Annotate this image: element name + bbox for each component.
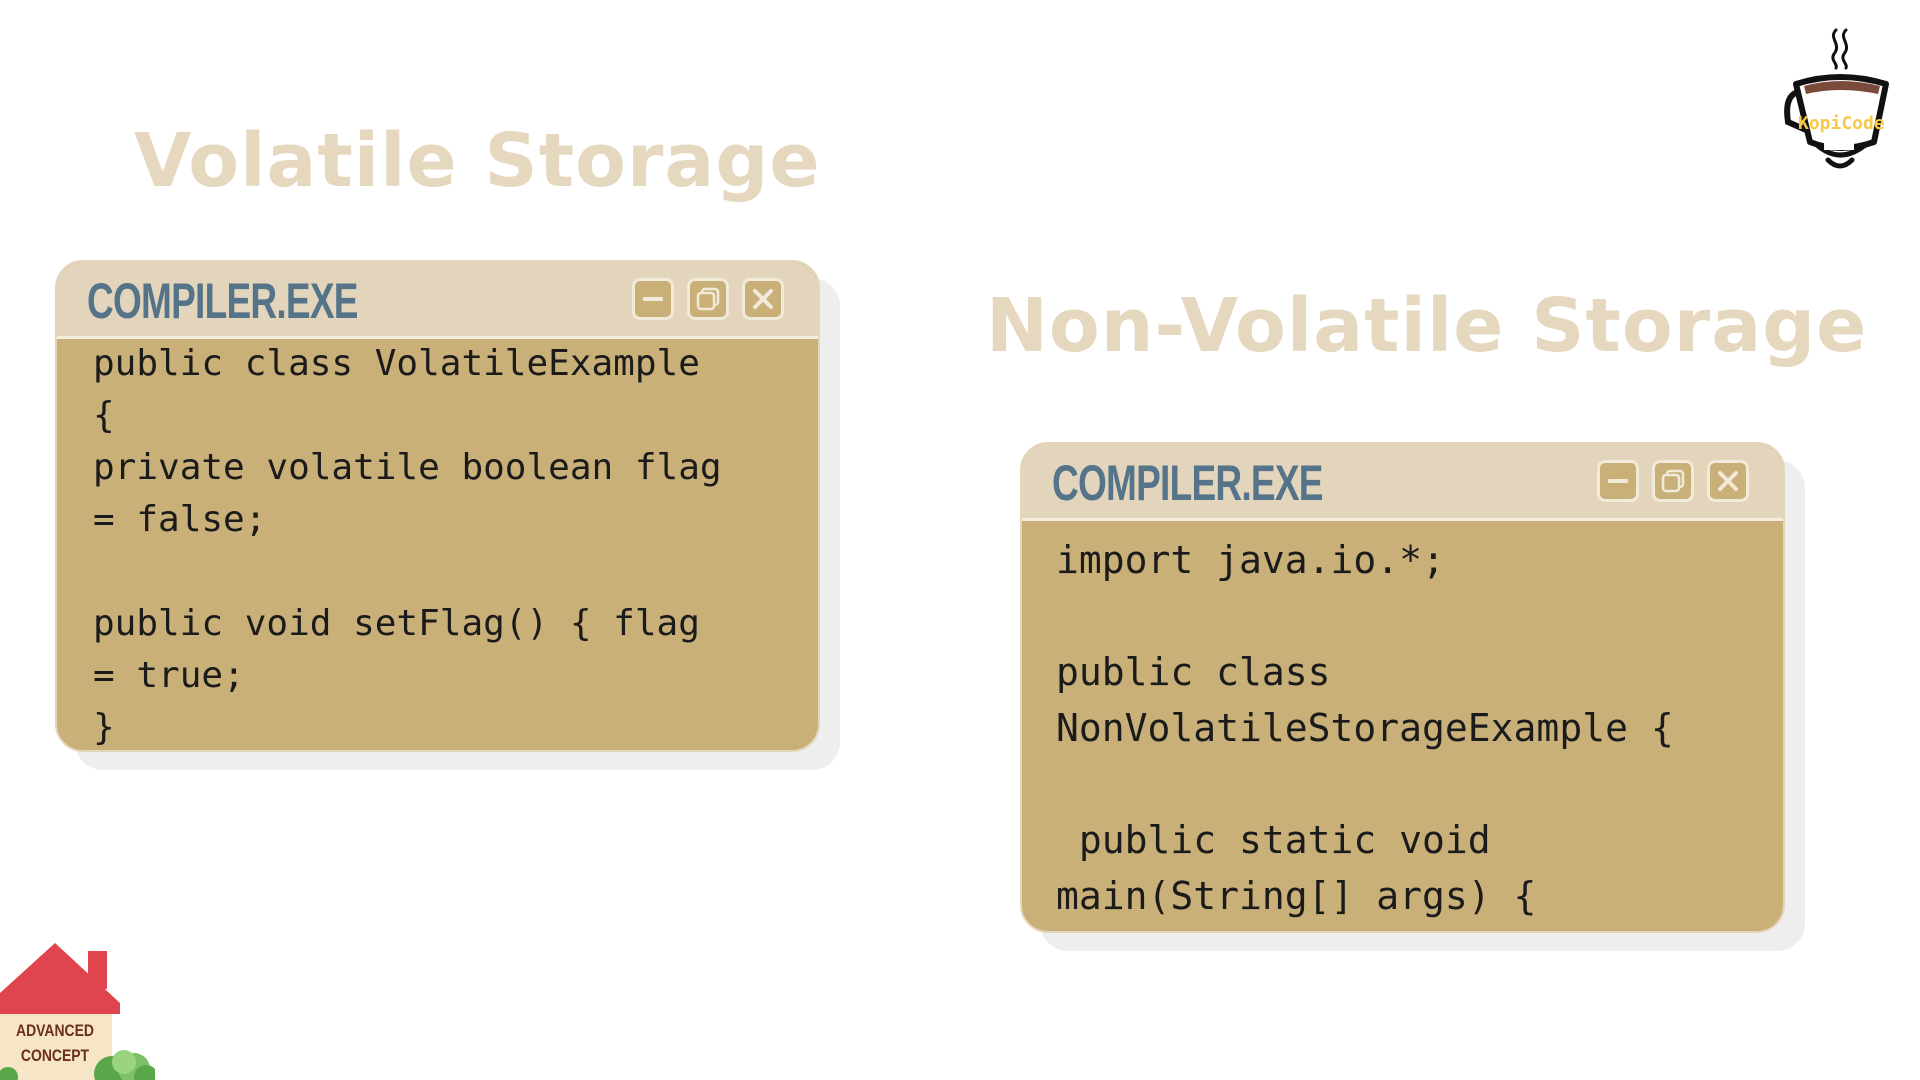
restore-button[interactable] <box>1652 460 1694 502</box>
badge-label: ADVANCED CONCEPT <box>15 1018 95 1068</box>
compiler-window-non-volatile: COMPILER.EXE import java.io.*; public cl… <box>1020 442 1805 951</box>
minimize-icon <box>1608 479 1628 483</box>
compiler-window-volatile: COMPILER.EXE public class VolatileExampl… <box>55 260 840 770</box>
close-icon <box>753 289 773 309</box>
restore-button[interactable] <box>687 278 729 320</box>
close-button[interactable] <box>1707 460 1749 502</box>
window-titlebar[interactable]: COMPILER.EXE <box>57 262 818 339</box>
close-button[interactable] <box>742 278 784 320</box>
window-title: COMPILER.EXE <box>87 273 358 329</box>
code-block[interactable]: public class VolatileExample { private v… <box>93 338 722 750</box>
heading-volatile-storage: Volatile Storage <box>134 118 821 204</box>
heading-non-volatile-storage: Non-Volatile Storage <box>986 283 1868 369</box>
window-controls <box>632 278 784 320</box>
code-block[interactable]: import java.io.*; public class NonVolati… <box>1056 532 1674 924</box>
window-frame: COMPILER.EXE public class VolatileExampl… <box>55 260 820 752</box>
window-title: COMPILER.EXE <box>1052 455 1323 511</box>
logo-text: KopiCode <box>1798 113 1885 134</box>
window-controls <box>1597 460 1749 502</box>
badge-line-2: CONCEPT <box>20 1046 90 1065</box>
restore-icon <box>696 287 720 311</box>
window-frame: COMPILER.EXE import java.io.*; public cl… <box>1020 442 1785 933</box>
minimize-icon <box>643 297 663 301</box>
close-icon <box>1718 471 1738 491</box>
badge-line-1: ADVANCED <box>16 1021 94 1040</box>
window-titlebar[interactable]: COMPILER.EXE <box>1022 444 1783 521</box>
restore-icon <box>1661 469 1685 493</box>
minimize-button[interactable] <box>632 278 674 320</box>
coffee-cup-icon <box>1784 28 1889 169</box>
minimize-button[interactable] <box>1597 460 1639 502</box>
